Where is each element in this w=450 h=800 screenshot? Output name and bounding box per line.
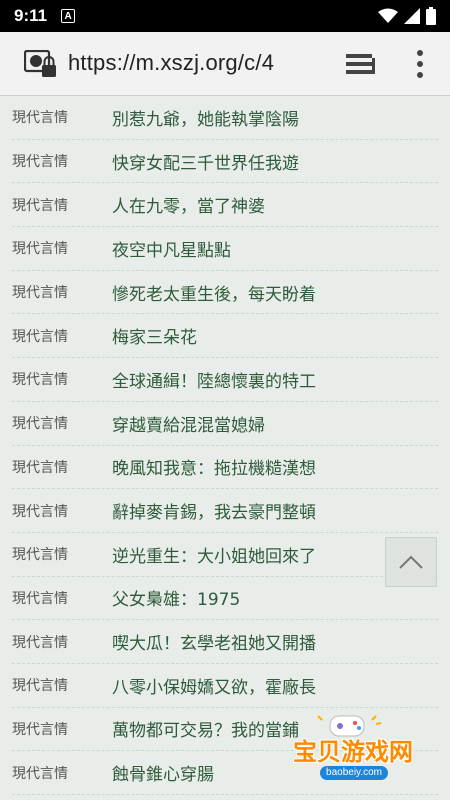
watermark-text: 宝贝游戏网 bbox=[293, 738, 413, 766]
category-label[interactable]: 現代言情 bbox=[12, 544, 112, 564]
book-title-link[interactable]: 喫大瓜！玄學老祖她又開播 bbox=[112, 629, 316, 654]
list-item[interactable]: 現代言情 人在九零，當了神婆 bbox=[12, 183, 438, 228]
category-label[interactable]: 現代言情 bbox=[12, 195, 112, 215]
list-item[interactable]: 現代言情 晚風知我意：拖拉機糙漢想 bbox=[12, 446, 438, 490]
category-label[interactable]: 現代言情 bbox=[12, 282, 112, 302]
book-title-link[interactable]: 全球通緝！陸總懷裏的特工 bbox=[112, 367, 316, 392]
book-title-link[interactable]: 晚風知我意：拖拉機糙漢想 bbox=[112, 454, 316, 479]
book-title-link[interactable]: 慘死老太重生後，每天盼着 bbox=[112, 280, 316, 305]
secure-site-icon[interactable] bbox=[24, 50, 58, 80]
tabs-stack-icon[interactable] bbox=[344, 52, 376, 78]
book-title-link[interactable]: 夜空中凡星點點 bbox=[112, 236, 231, 261]
list-item[interactable]: 現代言情 逆光重生：大小姐她回來了 bbox=[12, 533, 438, 577]
book-title-link[interactable]: 別惹九爺，她能執掌陰陽 bbox=[112, 105, 299, 130]
list-item[interactable]: 現代言情 別惹九爺，她能執掌陰陽 bbox=[12, 96, 438, 140]
list-item[interactable]: 現代言情 辭掉麥肯錫，我去豪門整頓 bbox=[12, 489, 438, 533]
category-label[interactable]: 現代言情 bbox=[12, 413, 112, 433]
status-time: 9:11 bbox=[14, 6, 48, 25]
book-title-link[interactable]: 逆光重生：大小姐她回來了 bbox=[112, 542, 316, 567]
list-item[interactable]: 現代言情 喫大瓜！玄學老祖她又開播 bbox=[12, 620, 438, 664]
category-label[interactable]: 現代言情 bbox=[12, 151, 112, 171]
category-label[interactable]: 現代言情 bbox=[12, 107, 112, 127]
list-item[interactable]: 現代言情 全球通緝！陸總懷裏的特工 bbox=[12, 358, 438, 402]
book-title-link[interactable]: 蝕骨錐心穿腸 bbox=[112, 760, 214, 785]
book-title-link[interactable]: 人在九零，當了神婆 bbox=[112, 192, 265, 217]
book-list: 現代言情 別惹九爺，她能執掌陰陽 現代言情 快穿女配三千世界任我遊 現代言情 人在九零… bbox=[12, 96, 438, 795]
battery-icon bbox=[426, 7, 436, 25]
scroll-to-top-button[interactable] bbox=[385, 537, 437, 587]
notification-icon: A bbox=[61, 9, 76, 23]
category-label[interactable]: 現代言情 bbox=[12, 632, 112, 652]
book-title-link[interactable]: 父女梟雄：1975 bbox=[112, 585, 240, 610]
book-title-link[interactable]: 八零小保姆嬌又欲，霍廠長 bbox=[112, 673, 316, 698]
watermark-logo: 宝贝游戏网 baobeiy.com bbox=[278, 710, 428, 790]
category-label[interactable]: 現代言情 bbox=[12, 675, 112, 695]
list-item[interactable]: 現代言情 夜空中凡星點點 bbox=[12, 227, 438, 271]
list-item[interactable]: 現代言情 穿越賣給混混當媳婦 bbox=[12, 402, 438, 446]
list-item[interactable]: 現代言情 八零小保姆嬌又欲，霍廠長 bbox=[12, 664, 438, 708]
list-item[interactable]: 現代言情 快穿女配三千世界任我遊 bbox=[12, 140, 438, 184]
category-label[interactable]: 現代言情 bbox=[12, 719, 112, 739]
list-item[interactable]: 現代言情 父女梟雄：1975 bbox=[12, 577, 438, 621]
list-item[interactable]: 現代言情 梅家三朵花 bbox=[12, 314, 438, 359]
chevron-up-icon bbox=[399, 555, 423, 569]
signal-icon bbox=[404, 8, 420, 24]
browser-toolbar: https://m.xszj.org/c/4 bbox=[0, 32, 450, 96]
url-field[interactable]: https://m.xszj.org/c/4 bbox=[68, 50, 300, 76]
category-label[interactable]: 現代言情 bbox=[12, 238, 112, 258]
status-icons bbox=[378, 7, 436, 25]
category-label[interactable]: 現代言情 bbox=[12, 326, 112, 346]
book-title-link[interactable]: 快穿女配三千世界任我遊 bbox=[112, 149, 299, 174]
category-label[interactable]: 現代言情 bbox=[12, 369, 112, 389]
more-vert-icon[interactable] bbox=[412, 48, 428, 80]
book-title-link[interactable]: 辭掉麥肯錫，我去豪門整頓 bbox=[112, 498, 316, 523]
status-bar: 9:11 A bbox=[0, 0, 450, 32]
book-title-link[interactable]: 梅家三朵花 bbox=[112, 323, 197, 348]
category-label[interactable]: 現代言情 bbox=[12, 501, 112, 521]
category-label[interactable]: 現代言情 bbox=[12, 457, 112, 477]
book-title-link[interactable]: 萬物都可交易？我的當鋪 bbox=[112, 716, 299, 741]
book-title-link[interactable]: 穿越賣給混混當媳婦 bbox=[112, 411, 265, 436]
wifi-icon bbox=[378, 8, 398, 23]
watermark-url: baobeiy.com bbox=[320, 766, 388, 780]
category-label[interactable]: 現代言情 bbox=[12, 763, 112, 783]
category-label[interactable]: 現代言情 bbox=[12, 588, 112, 608]
list-item[interactable]: 現代言情 慘死老太重生後，每天盼着 bbox=[12, 271, 438, 315]
